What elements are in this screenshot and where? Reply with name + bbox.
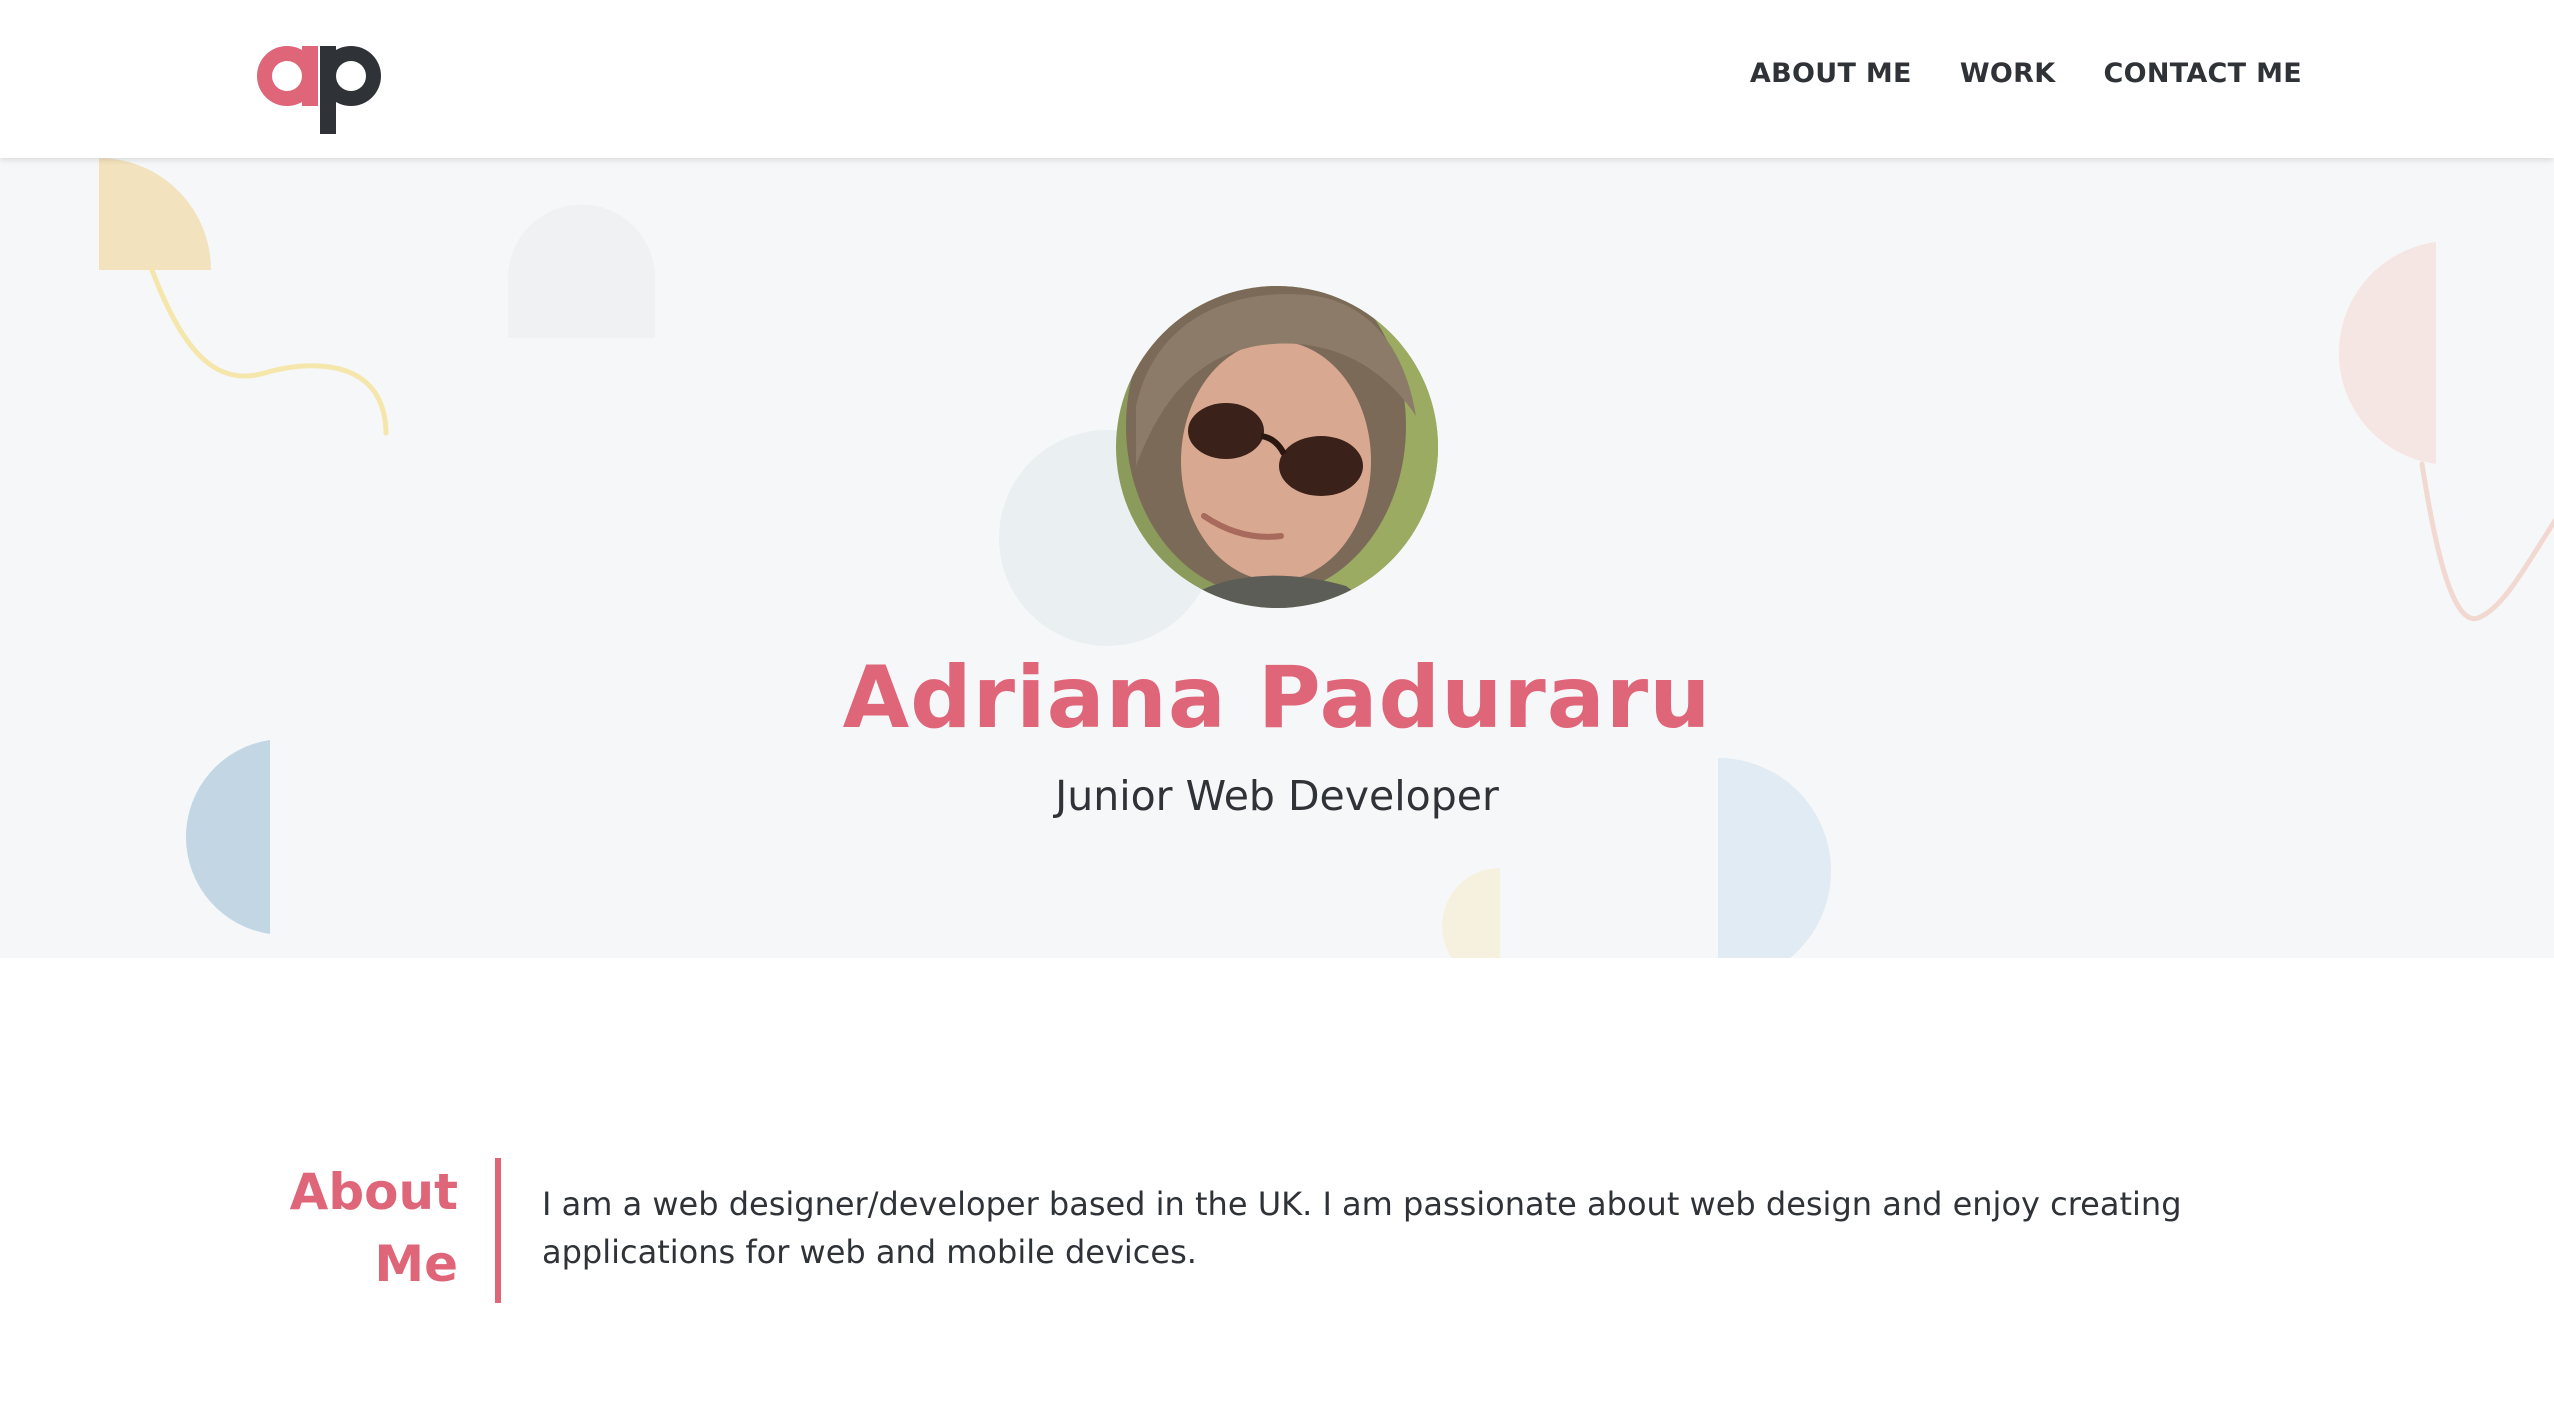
about-section: About Me I am a web designer/developer b… [0, 958, 2554, 1420]
hero-name: Adriana Paduraru [842, 648, 1712, 748]
about-heading-line2: Me [374, 1235, 458, 1293]
nav-work[interactable]: WORK [1960, 58, 2056, 89]
hero-section: Adriana Paduraru Junior Web Developer [0, 158, 2554, 958]
site-header: ABOUT ME WORK CONTACT ME [0, 0, 2554, 158]
about-heading-line1: About [289, 1163, 458, 1221]
about-heading: About Me [250, 1156, 458, 1300]
profile-photo [1116, 286, 1438, 608]
about-text: I am a web designer/developer based in t… [542, 1185, 2182, 1271]
hero-role: Junior Web Developer [1055, 772, 1499, 820]
logo[interactable] [250, 30, 390, 140]
nav-about-me[interactable]: ABOUT ME [1750, 58, 1912, 89]
about-divider [495, 1158, 501, 1303]
nav-contact-me[interactable]: CONTACT ME [2103, 58, 2302, 89]
